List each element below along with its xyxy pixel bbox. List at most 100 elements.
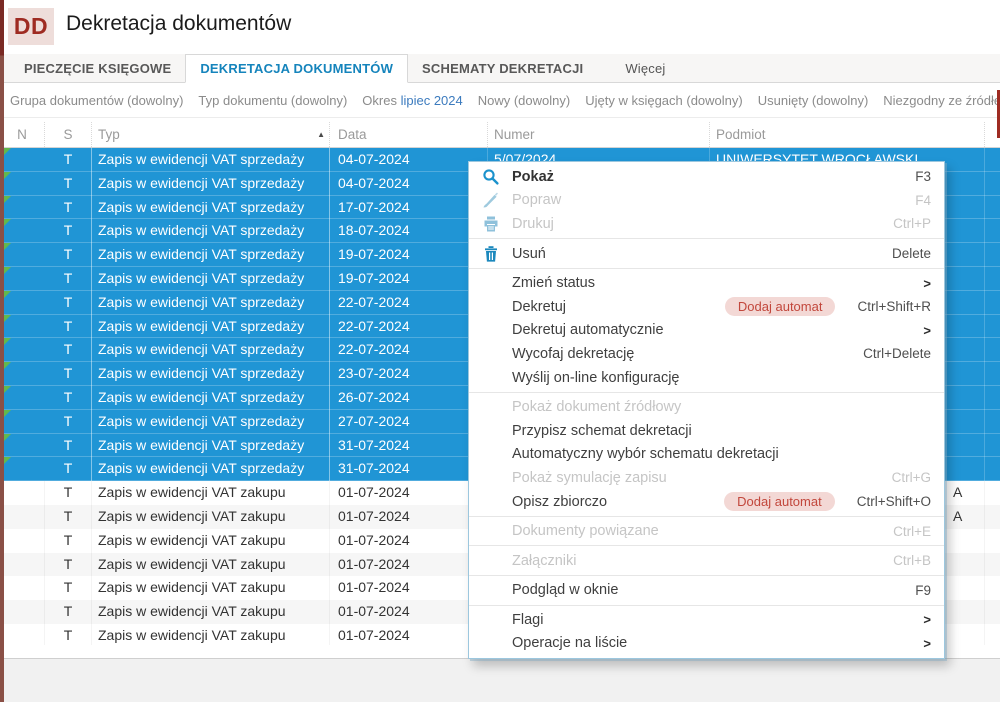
cell-typ: Zapis w ewidencji VAT sprzedaży [92, 267, 330, 291]
cell-status: T [45, 362, 92, 386]
brush-icon [479, 191, 503, 210]
column-label: S [63, 127, 72, 142]
menu-item-6[interactable]: Zmień status> [469, 271, 944, 295]
tab-more[interactable]: Więcej [611, 54, 679, 82]
no-icon [479, 551, 503, 570]
menu-item-label: Wycofaj dekretację [512, 346, 634, 362]
menu-item-22[interactable]: Podgląd w oknieF9 [469, 579, 944, 603]
menu-item-0[interactable]: PokażF3 [469, 165, 944, 189]
cell-status: T [45, 291, 92, 315]
no-icon [479, 274, 503, 293]
menu-item-label: Pokaż symulację zapisu [512, 470, 667, 486]
cell-typ: Zapis w ewidencji VAT sprzedaży [92, 219, 330, 243]
menu-item-13[interactable]: Przypisz schemat dekretacji [469, 419, 944, 443]
column-label: Podmiot [716, 127, 766, 142]
cell-n [0, 243, 45, 267]
cell-data: 18-07-2024 [330, 219, 488, 243]
trash-icon [479, 244, 503, 263]
menu-item-4[interactable]: UsuńDelete [469, 242, 944, 266]
menu-item-8[interactable]: Dekretuj automatycznie> [469, 319, 944, 343]
menu-item-15: Pokaż symulację zapisu Ctrl+G [469, 466, 944, 490]
menu-item-7[interactable]: DekretujDodaj automatCtrl+Shift+R [469, 295, 944, 319]
menu-item-label: Dokumenty powiązane [512, 523, 659, 539]
menu-item-25[interactable]: Operacje na liście> [469, 632, 944, 656]
tab-1[interactable]: DEKRETACJA DOKUMENTÓW [185, 54, 408, 83]
no-icon [479, 468, 503, 487]
cell-status: T [45, 529, 92, 553]
filter-value: lipiec 2024 [401, 93, 463, 108]
filter-0[interactable]: Grupa dokumentów (dowolny) [10, 93, 183, 108]
no-icon [479, 344, 503, 363]
cell-data: 01-07-2024 [330, 481, 488, 505]
menu-item-label: Załączniki [512, 553, 576, 569]
cell-status: T [45, 434, 92, 458]
column-header-s[interactable]: S [45, 122, 92, 147]
menu-separator [469, 238, 944, 239]
menu-item-shortcut: F4 [915, 193, 931, 208]
filter-2[interactable]: Okres lipiec 2024 [362, 93, 462, 108]
cell-data: 01-07-2024 [330, 624, 488, 645]
cell-typ: Zapis w ewidencji VAT sprzedaży [92, 172, 330, 196]
cell-n [0, 148, 45, 172]
cell-n [0, 362, 45, 386]
filter-6[interactable]: Niezgodny ze źródłem (dowoln [883, 93, 1000, 108]
cell-n [0, 410, 45, 434]
menu-item-shortcut: F3 [915, 169, 931, 184]
app-logo: DD [8, 8, 54, 45]
menu-item-9[interactable]: Wycofaj dekretacjęCtrl+Delete [469, 342, 944, 366]
menu-item-label: Dekretuj [512, 299, 566, 315]
menu-item-18: Dokumenty powiązaneCtrl+E [469, 519, 944, 543]
menu-item-12: Pokaż dokument źródłowy [469, 395, 944, 419]
column-header-data[interactable]: Data [330, 122, 488, 147]
no-icon [479, 398, 503, 417]
cell-status: T [45, 267, 92, 291]
cell-status: T [45, 172, 92, 196]
menu-separator [469, 268, 944, 269]
cell-data: 01-07-2024 [330, 505, 488, 529]
app-window: DD Dekretacja dokumentów PIECZĘCIE KSIĘG… [0, 0, 1000, 702]
menu-item-14[interactable]: Automatyczny wybór schematu dekretacji [469, 443, 944, 467]
submenu-arrow-icon: > [923, 636, 931, 651]
cell-n [0, 505, 45, 529]
menu-item-16[interactable]: Opisz zbiorczoDodaj automatCtrl+Shift+O [469, 490, 944, 514]
cell-typ: Zapis w ewidencji VAT sprzedaży [92, 315, 330, 339]
no-icon [479, 321, 503, 340]
cell-status: T [45, 386, 92, 410]
menu-item-24[interactable]: Flagi> [469, 608, 944, 632]
column-header-podmiot[interactable]: Podmiot [710, 122, 985, 147]
tab-0[interactable]: PIECZĘCIE KSIĘGOWE [10, 54, 185, 82]
filter-4[interactable]: Ujęty w księgach (dowolny) [585, 93, 743, 108]
cell-typ: Zapis w ewidencji VAT sprzedaży [92, 362, 330, 386]
cell-n [0, 553, 45, 577]
cell-data: 31-07-2024 [330, 457, 488, 481]
menu-item-shortcut: Ctrl+G [892, 470, 931, 485]
cell-typ: Zapis w ewidencji VAT sprzedaży [92, 196, 330, 220]
no-icon [479, 297, 503, 316]
cell-data: 27-07-2024 [330, 410, 488, 434]
filter-1[interactable]: Typ dokumentu (dowolny) [198, 93, 347, 108]
cell-status: T [45, 576, 92, 600]
cell-data: 04-07-2024 [330, 148, 488, 172]
column-header-typ[interactable]: ▲Typ [92, 122, 330, 147]
cell-typ: Zapis w ewidencji VAT sprzedaży [92, 338, 330, 362]
column-header-n[interactable]: N [0, 122, 45, 147]
cell-typ: Zapis w ewidencji VAT zakupu [92, 576, 330, 600]
filter-5[interactable]: Usunięty (dowolny) [758, 93, 869, 108]
column-label: Data [338, 127, 367, 142]
column-header-numer[interactable]: Numer [488, 122, 710, 147]
no-icon [479, 421, 503, 440]
cell-n [0, 457, 45, 481]
menu-item-label: Wyślij on-line konfigurację [512, 370, 680, 386]
filter-prefix: Okres [362, 93, 400, 108]
tab-2[interactable]: SCHEMATY DEKRETACJI [408, 54, 597, 82]
cell-typ: Zapis w ewidencji VAT sprzedaży [92, 434, 330, 458]
menu-item-shortcut: Ctrl+B [893, 553, 931, 568]
cell-data: 04-07-2024 [330, 172, 488, 196]
window-left-border [0, 0, 4, 702]
menu-separator [469, 516, 944, 517]
cell-data: 01-07-2024 [330, 600, 488, 624]
menu-item-label: Flagi [512, 612, 543, 628]
menu-item-10[interactable]: Wyślij on-line konfigurację [469, 366, 944, 390]
cell-status: T [45, 243, 92, 267]
filter-3[interactable]: Nowy (dowolny) [478, 93, 570, 108]
